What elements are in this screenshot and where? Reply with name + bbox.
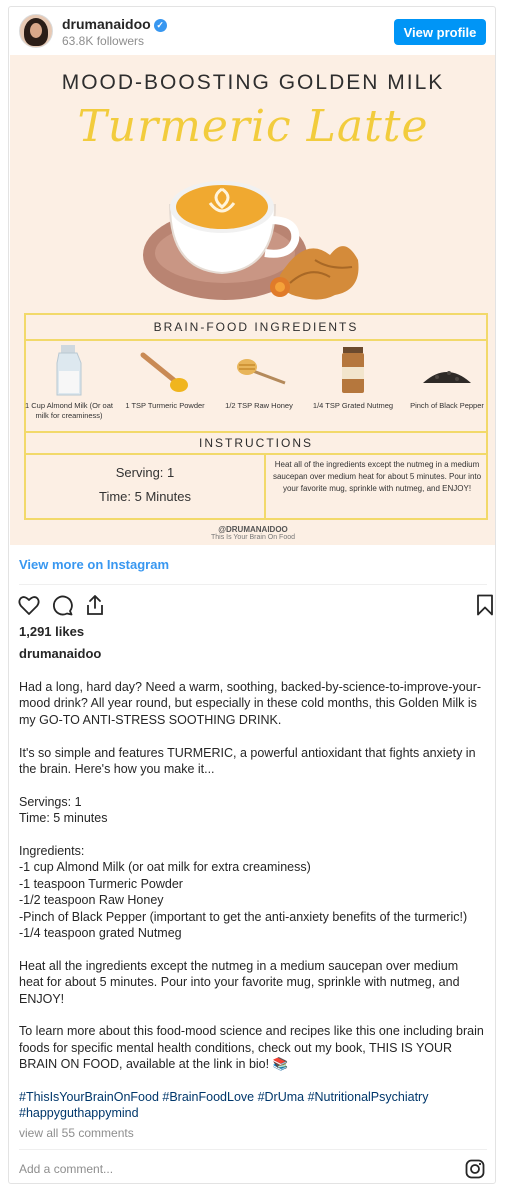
instructions-title: INSTRUCTIONS: [26, 431, 486, 455]
view-more-link[interactable]: View more on Instagram: [19, 557, 169, 572]
username[interactable]: drumanaidoo: [62, 16, 151, 32]
latte-illustration: [143, 181, 359, 300]
caption-time: Time: 5 minutes: [19, 811, 108, 826]
ingredient-label: Pinch of Black Pepper: [410, 401, 484, 410]
username-line[interactable]: drumanaidoo ✓: [62, 16, 167, 32]
divider: [19, 584, 487, 585]
hashtags[interactable]: #ThisIsYourBrainOnFood #BrainFoodLove #D…: [19, 1089, 485, 1122]
ingredient-honey: 1/2 TSP Raw Honey: [214, 343, 304, 410]
share-icon[interactable]: [83, 593, 109, 617]
divider: [19, 1149, 487, 1150]
ingredient-label: 1 Cup Almond Milk (Or oat milk for cream…: [25, 401, 113, 420]
caption-servings-block: Servings: 1 Time: 5 minutes: [19, 794, 485, 827]
caption-ingredient: -1 teaspoon Turmeric Powder: [19, 876, 183, 891]
spoon-icon: [140, 352, 188, 392]
ingredient-label: 1 TSP Turmeric Powder: [125, 401, 205, 410]
caption-ingredient: -1 cup Almond Milk (or oat milk for extr…: [19, 860, 311, 875]
caption-ingredient: -1/4 teaspoon grated Nutmeg: [19, 926, 182, 941]
ingredient-turmeric: 1 TSP Turmeric Powder: [120, 343, 210, 410]
image-handle: @DRUMANAIDOO: [218, 525, 288, 534]
caption: Had a long, hard day? Need a warm, sooth…: [19, 679, 485, 1138]
caption-paragraph: It's so simple and features TURMERIC, a …: [19, 745, 476, 777]
instructions-text: Heat all of the ingredients except the n…: [272, 460, 482, 493]
followers-count: 63.8K followers: [62, 34, 145, 48]
view-profile-button[interactable]: View profile: [394, 19, 486, 45]
post-image[interactable]: MOOD-BOOSTING GOLDEN MILK Turmeric Latte…: [10, 55, 495, 545]
image-handle-subtitle: This Is Your Brain On Food: [210, 534, 296, 541]
instagram-icon[interactable]: [465, 1159, 485, 1179]
hashtag-line[interactable]: #happyguthappymind: [19, 1106, 139, 1120]
caption-ingredients-block: Ingredients: -1 cup Almond Milk (or oat m…: [19, 843, 485, 941]
time-text: Time: 5 Minutes: [99, 489, 191, 504]
avatar[interactable]: [19, 14, 53, 48]
caption-ingredient: -1/2 teaspoon Raw Honey: [19, 893, 164, 908]
comment-icon[interactable]: [50, 593, 76, 617]
spice-jar-icon: [342, 347, 364, 393]
likes-count[interactable]: 1,291 likes: [19, 624, 84, 639]
caption-paragraph: Heat all the ingredients except the nutm…: [19, 958, 460, 1006]
image-script-title: Turmeric Latte: [77, 101, 429, 152]
milk-bottle-icon: [56, 345, 82, 396]
post-header: drumanaidoo ✓ 63.8K followers View profil…: [9, 7, 495, 55]
ingredient-label: 1/2 TSP Raw Honey: [225, 401, 293, 410]
ingredients-panel: BRAIN-FOOD INGREDIENTS 1 Cup Almond Milk…: [24, 313, 488, 520]
serving-text: Serving: 1: [115, 465, 175, 480]
add-comment-input[interactable]: Add a comment...: [19, 1162, 113, 1176]
ingredient-black-pepper: Pinch of Black Pepper: [402, 343, 492, 410]
ingredient-label: 1/4 TSP Grated Nutmeg: [312, 401, 394, 410]
ingredient-almond-milk: 1 Cup Almond Milk (Or oat milk for cream…: [24, 343, 114, 420]
caption-username[interactable]: drumanaidoo: [19, 646, 101, 661]
action-bar: [17, 593, 493, 617]
image-title: MOOD-BOOSTING GOLDEN MILK: [61, 71, 445, 94]
pepper-pile-icon: [423, 371, 471, 383]
serving-info: Serving: 1 Time: 5 Minutes: [26, 453, 266, 518]
hashtag-line[interactable]: #ThisIsYourBrainOnFood #BrainFoodLove #D…: [19, 1090, 428, 1104]
instagram-embed-card: drumanaidoo ✓ 63.8K followers View profil…: [8, 6, 496, 1184]
bookmark-icon[interactable]: [473, 593, 495, 617]
heart-icon[interactable]: [17, 593, 43, 617]
ingredients-title: BRAIN-FOOD INGREDIENTS: [26, 315, 486, 341]
view-all-comments-link[interactable]: view all 55 comments: [19, 1126, 134, 1140]
caption-paragraph: To learn more about this food-mood scien…: [19, 1024, 484, 1072]
caption-servings: Servings: 1: [19, 794, 82, 809]
verified-badge-icon: ✓: [153, 19, 167, 32]
caption-paragraph: Had a long, hard day? Need a warm, sooth…: [19, 680, 482, 727]
ingredient-nutmeg: 1/4 TSP Grated Nutmeg: [308, 343, 398, 410]
caption-ingredient: -Pinch of Black Pepper (important to get…: [19, 909, 468, 924]
honey-dipper-icon: [237, 359, 286, 385]
caption-ingredients-heading: Ingredients:: [19, 844, 85, 859]
